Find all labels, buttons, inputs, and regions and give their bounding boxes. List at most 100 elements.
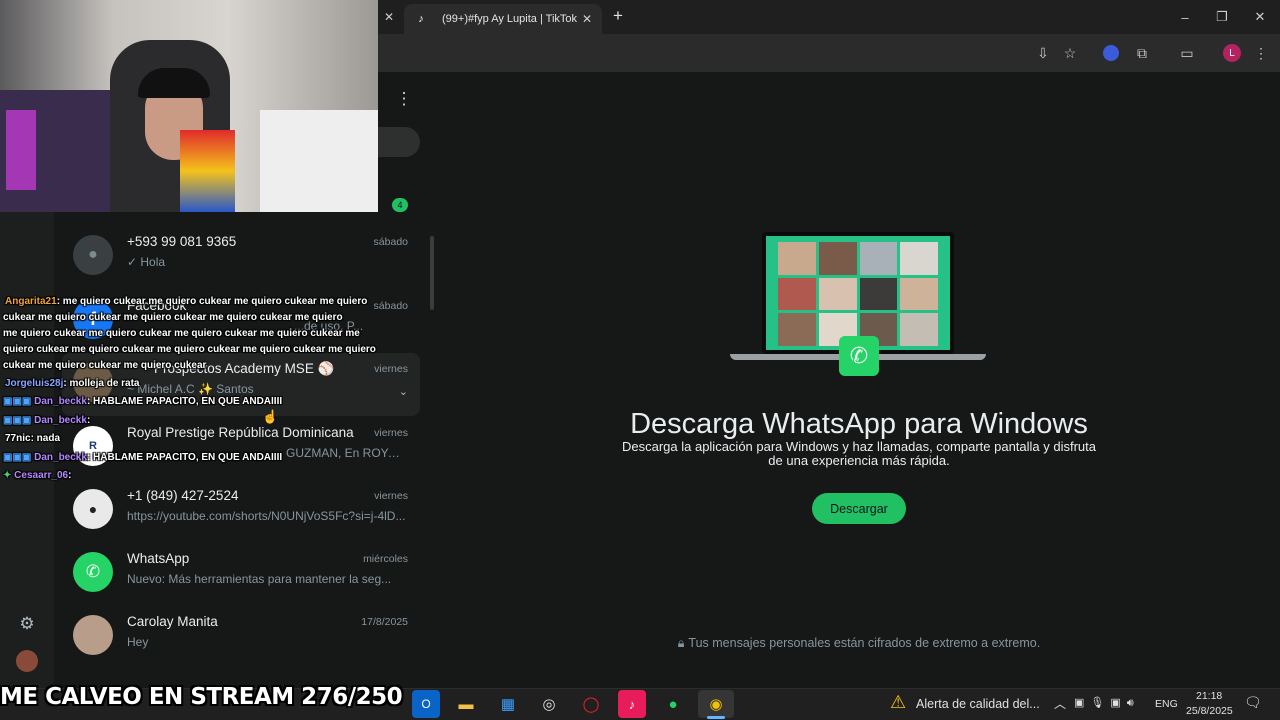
chat-username: Dan_beckk: [34, 415, 87, 426]
chat-preview: https://youtube.com/shorts/N0UNjVoS5Fc?s…: [127, 509, 406, 523]
extension-badge-icon[interactable]: [1100, 42, 1122, 64]
stream-chat-line: me quiero cukear me quiero cukear me qui…: [3, 328, 360, 339]
clock-date[interactable]: 25/8/2025: [1186, 705, 1233, 717]
laptop-video-call-illustration: ✆: [730, 232, 986, 378]
profile-initial: L: [1223, 44, 1241, 62]
unread-count-badge: 4: [392, 198, 408, 212]
stream-chat-line: cukear me quiero cukear me quiero cukear: [3, 360, 206, 371]
stream-chat-line: 77nic: nada: [5, 433, 60, 444]
restore-icon[interactable]: ❐: [1207, 6, 1237, 28]
tray-chevron-icon[interactable]: ︿: [1054, 695, 1066, 712]
tab-close-icon[interactable]: ✕: [582, 12, 592, 26]
encryption-note: 🔒︎ Tus mensajes personales están cifrados…: [438, 636, 1280, 651]
weather-alert-text[interactable]: Alerta de calidad del...: [916, 697, 1040, 711]
chat-date: miércoles: [363, 553, 408, 565]
close-window-icon[interactable]: ✕: [1245, 6, 1275, 28]
active-app-indicator: [707, 716, 725, 719]
bookmark-star-icon[interactable]: ☆: [1059, 42, 1081, 64]
chat-message: :: [86, 415, 91, 426]
chat-message: :: [68, 470, 72, 481]
download-heading: Descarga WhatsApp para Windows: [630, 408, 1088, 440]
tab-title: (99+)#fyp Ay Lupita | TikTok: [442, 13, 578, 25]
settings-gear-icon[interactable]: ⚙: [16, 613, 38, 635]
outlook-icon[interactable]: O: [412, 690, 440, 718]
stream-chat-line: cukear me quiero cukear me quiero cukear…: [3, 312, 343, 323]
chat-message: quiero cukear me quiero cukear me quiero…: [3, 344, 376, 355]
chat-message: cukear me quiero cukear me quiero cukear: [3, 360, 207, 371]
tiktok-app-icon[interactable]: ♪: [618, 690, 646, 718]
opera-icon[interactable]: ◯: [577, 690, 605, 718]
chat-message: me quiero cukear me quiero cukear me qui…: [3, 328, 360, 339]
chat-date: sábado: [373, 236, 408, 248]
chat-message: : me quiero cukear me quiero cukear me q…: [56, 296, 368, 307]
chat-row[interactable]: Carolay Manita 17/8/2025 Hey: [54, 606, 432, 669]
whatsapp-logo-icon: ✆: [839, 336, 879, 376]
chat-row[interactable]: R Royal Prestige República Dominicana vi…: [54, 417, 432, 480]
whatsapp-logo-avatar: ✆: [73, 552, 113, 592]
chat-message: cukear me quiero cukear me quiero cukear…: [3, 312, 343, 323]
tab-search-icon[interactable]: ▭: [1176, 42, 1198, 64]
chat-username: 77nic: [5, 433, 31, 444]
extensions-puzzle-icon[interactable]: ⧉: [1131, 42, 1153, 64]
tray-icons[interactable]: ▣🎙︎▣🔊︎: [1074, 696, 1140, 710]
tab-close-icon[interactable]: ✕: [380, 8, 398, 26]
chat-message: : HABLAME PAPACITO, EN QUE ANDAIIII: [86, 452, 283, 463]
stream-chat-line: quiero cukear me quiero cukear me quiero…: [3, 344, 376, 355]
chat-row[interactable]: ● +593 99 081 9365 sábado ✓ Hola: [54, 226, 432, 289]
language-indicator[interactable]: ENG: [1155, 698, 1178, 710]
browser-menu-icon[interactable]: ⋮: [1250, 42, 1272, 64]
contact-avatar: ●: [73, 489, 113, 529]
stream-chat-line: ✦ Cesaarr_06:: [3, 470, 71, 481]
stream-chat-line: Angarita21: me quiero cukear me quiero c…: [5, 296, 367, 307]
download-button[interactable]: Descargar: [812, 493, 906, 524]
chat-preview: Nuevo: Más herramientas para mantener la…: [127, 572, 392, 586]
chevron-down-icon[interactable]: ⌄: [399, 385, 408, 398]
chat-preview: Hey: [127, 635, 149, 649]
install-app-icon[interactable]: ⇩: [1032, 42, 1054, 64]
chat-name: +1 (849) 427-2524: [127, 488, 239, 503]
stream-chat-line: ▣▣▣ Dan_beckk:: [3, 415, 90, 426]
chat-date: viernes: [374, 427, 408, 439]
default-contact-avatar: ●: [73, 235, 113, 275]
profile-photo[interactable]: [16, 650, 38, 672]
tab-tiktok[interactable]: ♪ (99+)#fyp Ay Lupita | TikTok ✕: [404, 4, 602, 34]
badge-icons: ▣▣▣: [3, 396, 35, 407]
warning-icon[interactable]: ⚠: [890, 692, 906, 713]
chat-date: viernes: [374, 363, 408, 375]
chat-list-menu-icon[interactable]: ⋮: [394, 88, 414, 110]
chat-row[interactable]: ✆ WhatsApp miércoles Nuevo: Más herramie…: [54, 543, 432, 606]
chat-username: Cesaarr_06: [14, 470, 69, 481]
chat-name: +593 99 081 9365: [127, 234, 237, 249]
chat-date: viernes: [374, 490, 408, 502]
lock-icon: 🔒︎: [677, 636, 685, 650]
webcam-feed: [0, 0, 378, 212]
chat-message: : molleja de rata: [63, 378, 140, 389]
chat-preview: GUZMAN, En ROYAL ...: [286, 446, 406, 460]
chat-row[interactable]: ● +1 (849) 427-2524 viernes https://yout…: [54, 480, 432, 543]
notifications-icon[interactable]: 🗨︎: [1244, 694, 1262, 711]
chrome-icon[interactable]: ◉: [698, 690, 734, 718]
spotify-icon[interactable]: ●: [659, 690, 687, 718]
chat-message: : nada: [30, 433, 61, 444]
chat-date: sábado: [373, 300, 408, 312]
chat-username: Jorgeluis28j: [5, 378, 64, 389]
profile-avatar[interactable]: L: [1221, 42, 1243, 64]
store-icon[interactable]: ▦: [494, 690, 522, 718]
chat-username: Dan_beckk: [34, 396, 87, 407]
new-tab-button[interactable]: +: [608, 6, 628, 26]
chat-name: Carolay Manita: [127, 614, 218, 629]
chat-date: 17/8/2025: [361, 616, 408, 628]
badge-icons: ▣▣▣: [3, 415, 35, 426]
stream-chat-line: ▣▣▣ Dan_beckk: HABLAME PAPACITO, EN QUE …: [3, 396, 282, 407]
clock-time[interactable]: 21:18: [1196, 690, 1222, 702]
minimize-icon[interactable]: –: [1170, 6, 1200, 28]
download-description: Descarga la aplicación para Windows y ha…: [621, 439, 1096, 468]
chat-preview: ✓ Hola: [127, 255, 166, 269]
obs-icon[interactable]: ◎: [535, 690, 563, 718]
badge-icons: ▣▣▣: [3, 452, 35, 463]
chat-message: : HABLAME PAPACITO, EN QUE ANDAIIII: [86, 396, 283, 407]
chat-username: Angarita21: [5, 296, 57, 307]
file-explorer-icon[interactable]: ▬: [452, 690, 480, 718]
chat-preview: ~ Michel A.C ✨ Santos: [127, 382, 254, 396]
tiktok-icon: ♪: [418, 13, 424, 25]
